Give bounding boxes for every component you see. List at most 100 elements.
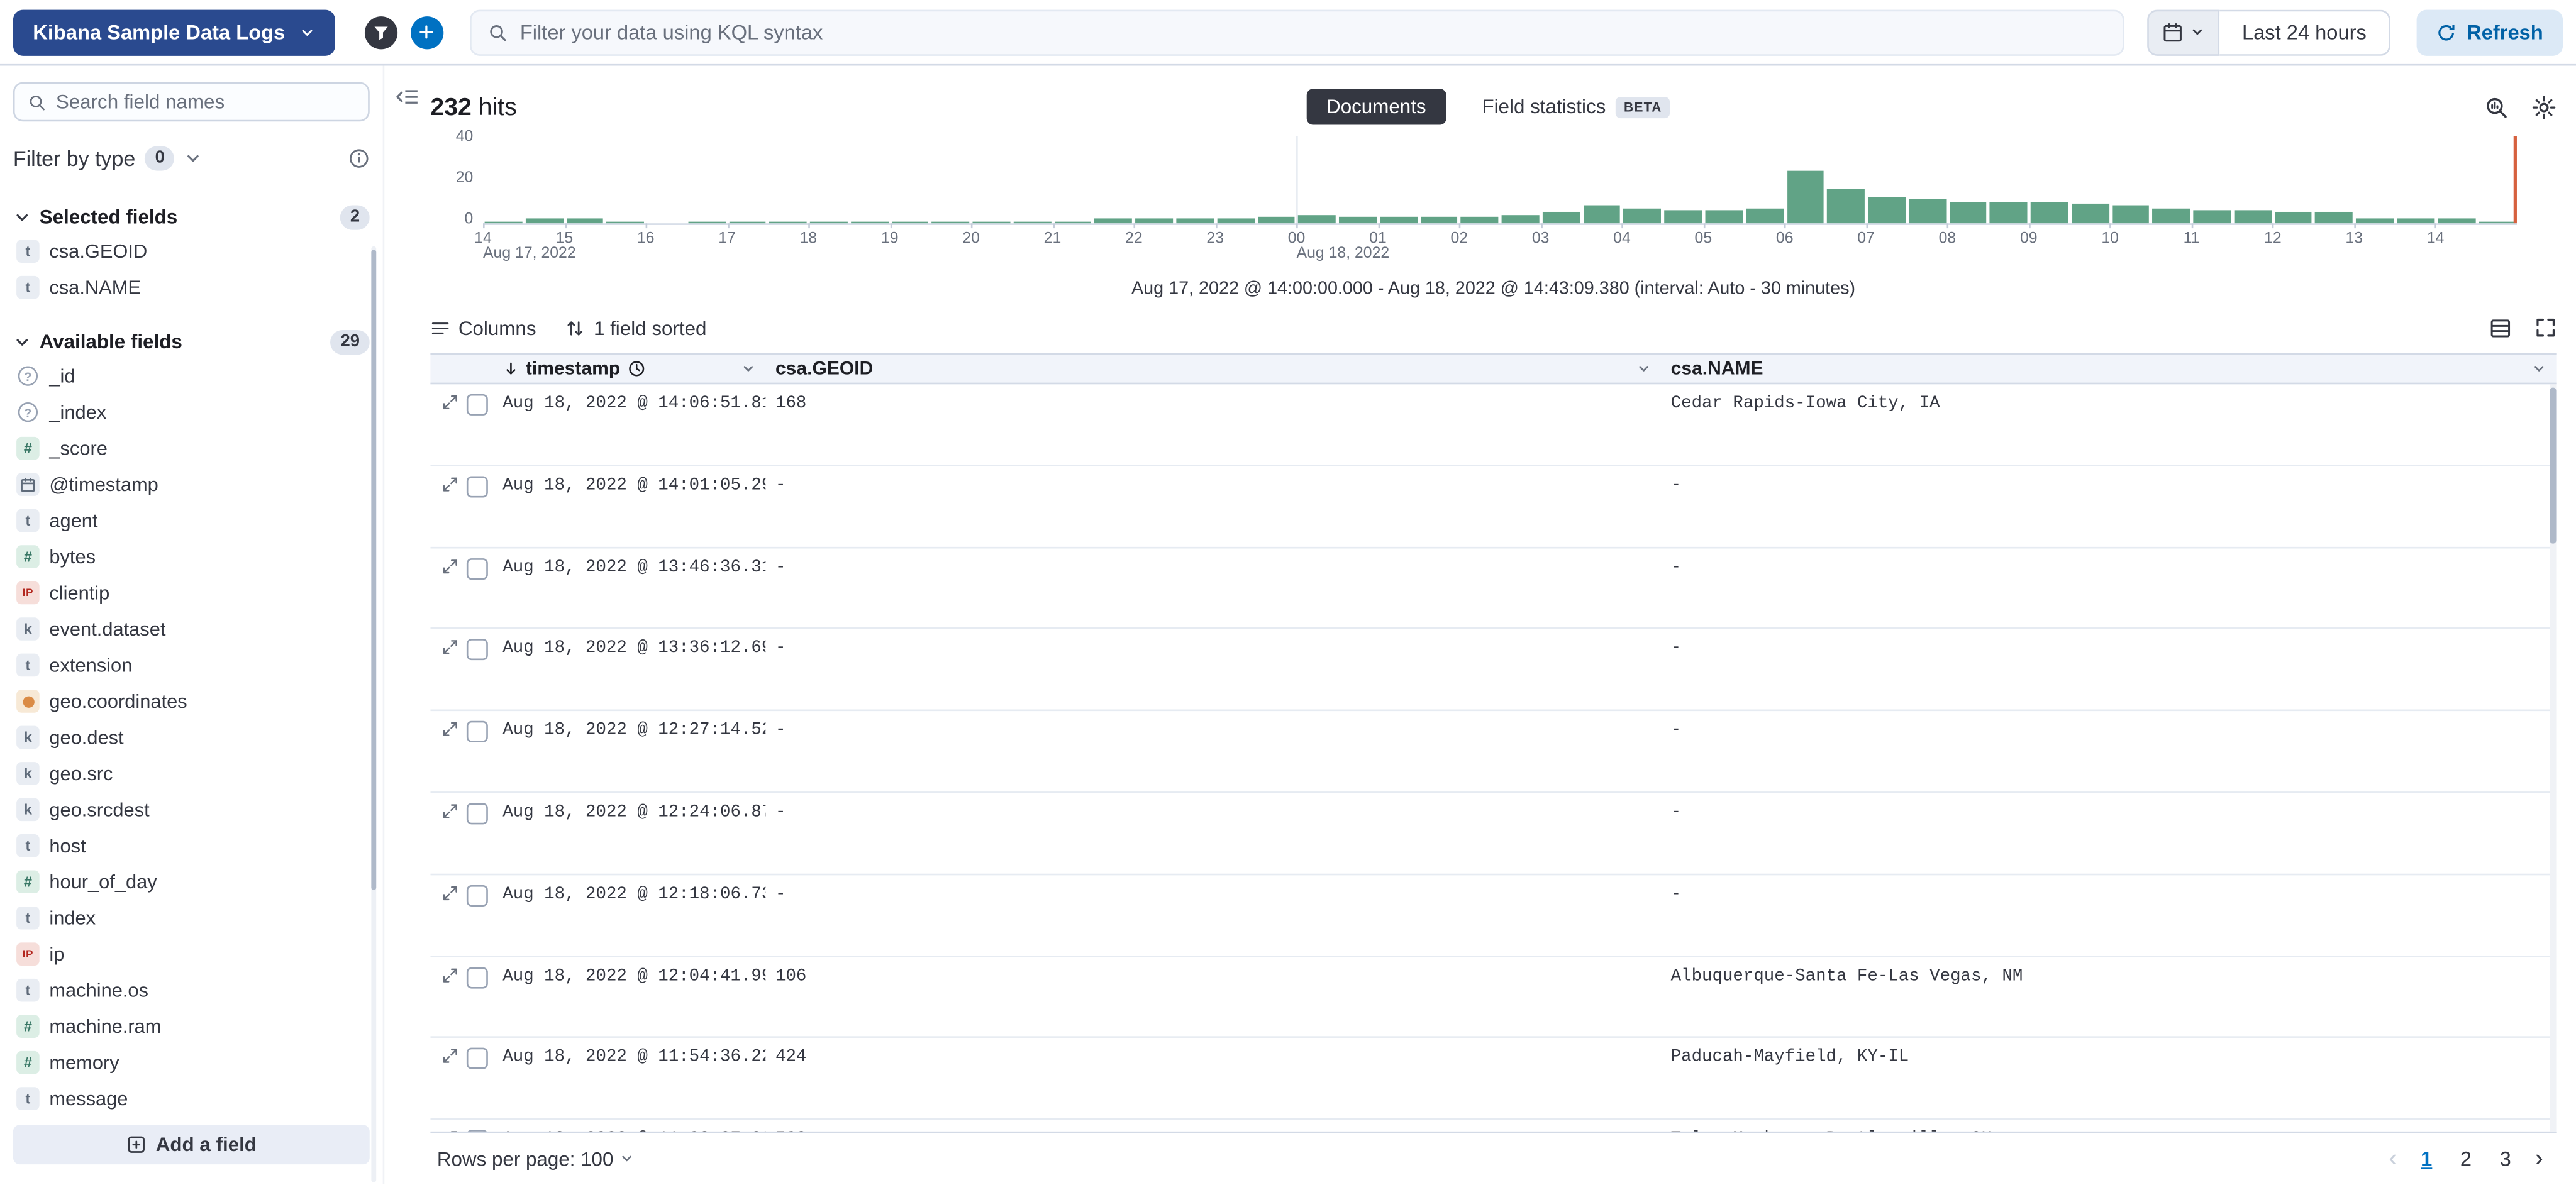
- page-button-2[interactable]: 2: [2450, 1140, 2482, 1176]
- data-grid-toolbar: Columns 1 field sorted: [430, 314, 2556, 343]
- expand-row-button[interactable]: [442, 476, 458, 492]
- field-search-input[interactable]: Search field names: [13, 82, 370, 122]
- row-checkbox[interactable]: [467, 1049, 488, 1070]
- field-item[interactable]: IPip: [13, 936, 370, 972]
- table-header-csa-geoid[interactable]: csa.GEOID: [765, 355, 1661, 382]
- cell-csa-geoid: -: [765, 466, 1661, 546]
- x-axis-tick-mark: [2273, 223, 2275, 228]
- histogram-bar: [1298, 214, 1335, 223]
- field-section-header-selected-fields[interactable]: Selected fields2: [13, 201, 370, 233]
- fullscreen-button[interactable]: [2535, 317, 2557, 340]
- field-item[interactable]: #hour_of_day: [13, 864, 370, 900]
- histogram-bar: [1909, 199, 1946, 223]
- field-section-header-available-fields[interactable]: Available fields29: [13, 325, 370, 358]
- cell-csa-name: Tulsa-Muskogee-Bartlesville, OK: [1661, 1120, 2557, 1132]
- field-item[interactable]: kgeo.srcdest: [13, 791, 370, 827]
- columns-button[interactable]: Columns: [430, 317, 536, 340]
- cell-csa-name: -: [1661, 548, 2557, 627]
- field-item[interactable]: @timestamp: [13, 466, 370, 502]
- histogram-bar: [1583, 206, 1620, 224]
- cell-csa-geoid: -: [765, 875, 1661, 955]
- field-item[interactable]: tcsa.GEOID: [13, 233, 370, 269]
- keyword-field-type-icon: k: [16, 798, 40, 822]
- x-axis-tick-mark: [483, 223, 485, 228]
- field-item[interactable]: tindex: [13, 900, 370, 936]
- row-checkbox[interactable]: [467, 885, 488, 906]
- histogram-bar: [2194, 211, 2231, 224]
- expand-row-button[interactable]: [442, 967, 458, 983]
- cell-timestamp: Aug 18, 2022 @ 12:04:41.998: [493, 957, 766, 1037]
- inspect-icon-button[interactable]: [2484, 94, 2509, 119]
- field-item[interactable]: tagent: [13, 502, 370, 538]
- fields-sidebar: Search field names Filter by type 0 Sele…: [0, 65, 384, 1184]
- field-item[interactable]: #memory: [13, 1044, 370, 1080]
- field-item[interactable]: thost: [13, 828, 370, 864]
- collapse-sidebar-button[interactable]: [392, 82, 422, 112]
- row-checkbox[interactable]: [467, 639, 488, 661]
- add-filter-button[interactable]: [410, 16, 443, 48]
- field-filters-info-icon[interactable]: [348, 147, 370, 168]
- histogram-plot-area[interactable]: [483, 136, 2517, 223]
- page-button-1[interactable]: 1: [2410, 1140, 2443, 1176]
- table-row: Aug 18, 2022 @ 12:27:14.527--: [430, 712, 2556, 793]
- histogram-chart[interactable]: 40 20 0 14151617181920212223000102030405…: [430, 131, 2556, 256]
- display-options-button[interactable]: [2489, 317, 2512, 340]
- field-item[interactable]: ?_id: [13, 358, 370, 394]
- table-header-timestamp[interactable]: timestamp: [493, 355, 766, 382]
- add-field-button[interactable]: Add a field: [13, 1125, 370, 1164]
- unknown-field-type-icon: ?: [18, 367, 38, 386]
- expand-row-button[interactable]: [442, 394, 458, 411]
- row-checkbox[interactable]: [467, 967, 488, 988]
- page-button-3[interactable]: 3: [2489, 1140, 2522, 1176]
- kql-query-input[interactable]: Filter your data using KQL syntax: [469, 9, 2124, 55]
- row-checkbox[interactable]: [467, 803, 488, 824]
- expand-row-button[interactable]: [442, 639, 458, 656]
- rows-per-page-button[interactable]: Rows per page: 100: [437, 1147, 635, 1171]
- table-header-controls: [430, 355, 492, 382]
- refresh-button[interactable]: Refresh: [2418, 9, 2563, 55]
- time-range-button[interactable]: Last 24 hours: [2219, 9, 2391, 55]
- date-picker-calendar-button[interactable]: [2146, 9, 2219, 55]
- field-item[interactable]: #_score: [13, 430, 370, 466]
- field-item[interactable]: tcsa.NAME: [13, 269, 370, 305]
- tab-documents[interactable]: Documents: [1307, 89, 1446, 124]
- field-item[interactable]: #machine.ram: [13, 1008, 370, 1044]
- row-checkbox[interactable]: [467, 476, 488, 497]
- x-axis-tick-label: 11: [2184, 230, 2200, 248]
- tab-field-statistics[interactable]: Field statistics BETA: [1472, 94, 1680, 120]
- field-item[interactable]: textension: [13, 647, 370, 683]
- row-checkbox[interactable]: [467, 558, 488, 579]
- row-checkbox[interactable]: [467, 1130, 488, 1132]
- next-page-button[interactable]: ›: [2528, 1145, 2550, 1172]
- expand-row-button[interactable]: [442, 558, 458, 574]
- expand-row-button[interactable]: [442, 1130, 458, 1132]
- field-item[interactable]: tmessage: [13, 1081, 370, 1116]
- filter-by-type-button[interactable]: Filter by type 0: [13, 145, 203, 170]
- number-field-type-icon: #: [16, 437, 40, 460]
- previous-page-button[interactable]: ‹: [2382, 1145, 2404, 1172]
- expand-row-button[interactable]: [442, 1049, 458, 1065]
- expand-row-button[interactable]: [442, 803, 458, 819]
- field-item[interactable]: ?_index: [13, 394, 370, 430]
- field-item[interactable]: tmachine.os: [13, 972, 370, 1008]
- field-item[interactable]: geo.coordinates: [13, 683, 370, 719]
- expand-row-button[interactable]: [442, 721, 458, 737]
- field-item[interactable]: kgeo.src: [13, 756, 370, 791]
- saved-query-menu-button[interactable]: [364, 16, 397, 48]
- table-header-csa-name[interactable]: csa.NAME: [1661, 355, 2557, 382]
- x-axis-tick-label: 21: [1044, 230, 1062, 248]
- sort-fields-button[interactable]: 1 field sorted: [566, 317, 707, 340]
- table-scrollbar-thumb[interactable]: [2550, 387, 2556, 543]
- histogram-bar: [1746, 208, 1783, 223]
- refresh-label: Refresh: [2467, 21, 2543, 44]
- row-checkbox[interactable]: [467, 721, 488, 742]
- field-item[interactable]: kevent.dataset: [13, 611, 370, 647]
- gear-icon-button[interactable]: [2531, 94, 2556, 119]
- sidebar-scrollbar-thumb[interactable]: [371, 250, 376, 890]
- field-item[interactable]: IPclientip: [13, 575, 370, 610]
- row-checkbox[interactable]: [467, 394, 488, 416]
- data-view-picker[interactable]: Kibana Sample Data Logs: [13, 9, 335, 55]
- field-item[interactable]: #bytes: [13, 539, 370, 575]
- field-item[interactable]: kgeo.dest: [13, 719, 370, 755]
- expand-row-button[interactable]: [442, 885, 458, 901]
